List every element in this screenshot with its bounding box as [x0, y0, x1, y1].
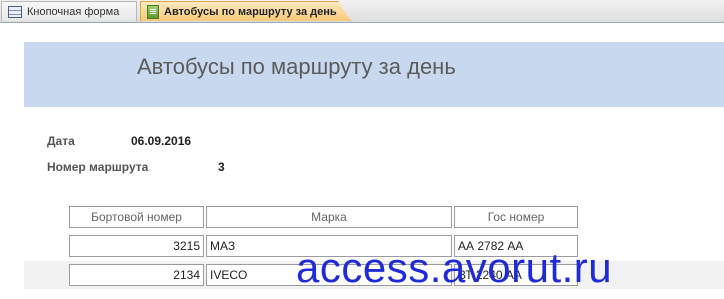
- date-label: Дата: [47, 134, 75, 148]
- document-tab-strip: Кнопочная форма Автобусы по маршруту за …: [0, 0, 724, 23]
- report-title: Автобусы по маршруту за день: [137, 54, 456, 79]
- tab-switchboard-form[interactable]: Кнопочная форма: [1, 1, 137, 21]
- date-value: 06.09.2016: [131, 134, 192, 148]
- tab-buses-report[interactable]: Автобусы по маршруту за день: [140, 1, 351, 21]
- tab-label: Кнопочная форма: [27, 5, 120, 18]
- column-header-brand: Марка: [206, 206, 452, 228]
- watermark-text: access.avorut.ru: [296, 244, 613, 291]
- form-icon: [8, 5, 22, 18]
- column-header-plate-number: Гос номер: [454, 206, 578, 228]
- route-number-label: Номер маршрута: [47, 160, 149, 174]
- column-header-board-number: Бортовой номер: [69, 206, 204, 228]
- report-icon: [147, 4, 159, 19]
- route-number-value: 3: [218, 160, 225, 174]
- tab-label: Автобусы по маршруту за день: [164, 5, 337, 18]
- table-cell-board-number: 2134: [69, 264, 204, 286]
- table-cell-board-number: 3215: [69, 235, 204, 257]
